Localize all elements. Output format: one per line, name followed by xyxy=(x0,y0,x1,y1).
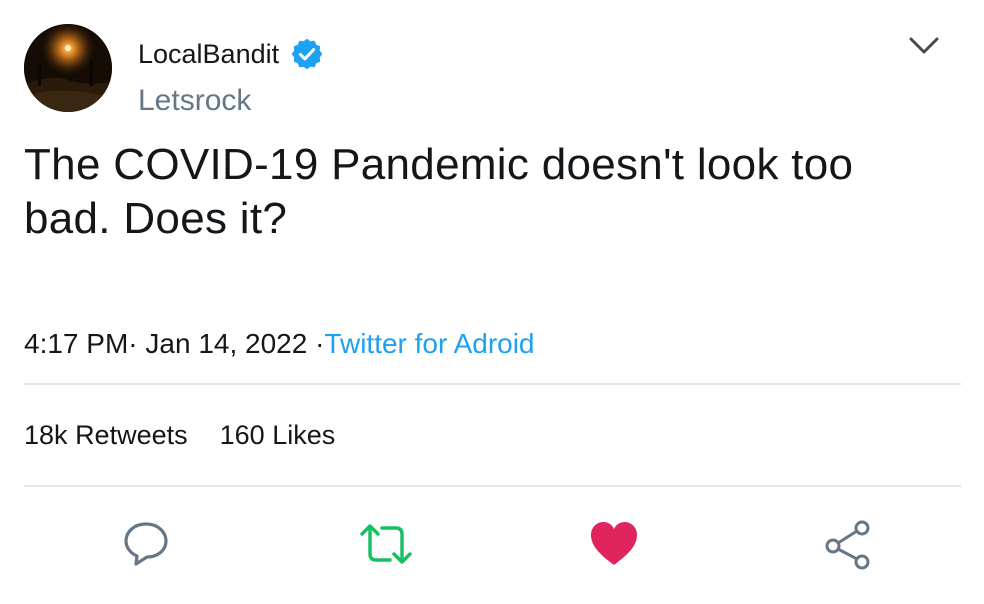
retweet-icon xyxy=(360,524,412,564)
likes-stat[interactable]: 160 Likes xyxy=(220,420,336,451)
retweet-button[interactable] xyxy=(358,518,412,570)
like-button[interactable] xyxy=(588,518,640,570)
verified-badge-icon xyxy=(289,36,325,72)
chevron-down-icon[interactable] xyxy=(906,34,942,58)
likes-label: Likes xyxy=(272,420,336,450)
tweet-date[interactable]: Jan 14, 2022 xyxy=(145,328,307,359)
share-button[interactable] xyxy=(822,518,874,570)
divider xyxy=(24,383,961,385)
reply-button[interactable] xyxy=(120,518,172,570)
retweets-label: Retweets xyxy=(75,420,188,450)
tweet-text: The COVID-19 Pandemic doesn't look too b… xyxy=(24,140,854,243)
tweet-source-link[interactable]: Twitter for Adroid xyxy=(324,328,534,359)
reply-icon xyxy=(124,522,168,566)
tweet-meta: 4:17 PM· Jan 14, 2022 ·Twitter for Adroi… xyxy=(24,328,535,360)
avatar-image xyxy=(24,24,112,112)
heart-icon xyxy=(591,522,637,565)
tweet-stats: 18k Retweets 160 Likes xyxy=(24,420,335,451)
author-handle[interactable]: Letsrock xyxy=(138,84,251,118)
likes-count: 160 xyxy=(219,420,265,450)
tweet-time[interactable]: 4:17 PM xyxy=(24,328,128,359)
divider xyxy=(24,485,961,487)
author-display-name[interactable]: LocalBandit xyxy=(138,39,279,70)
meta-separator: · xyxy=(128,328,138,359)
share-icon xyxy=(825,520,870,570)
retweets-count: 18k xyxy=(24,420,68,450)
retweets-stat[interactable]: 18k Retweets xyxy=(24,420,188,451)
avatar[interactable] xyxy=(24,24,112,112)
author-display-name-row[interactable]: LocalBandit xyxy=(138,36,325,72)
